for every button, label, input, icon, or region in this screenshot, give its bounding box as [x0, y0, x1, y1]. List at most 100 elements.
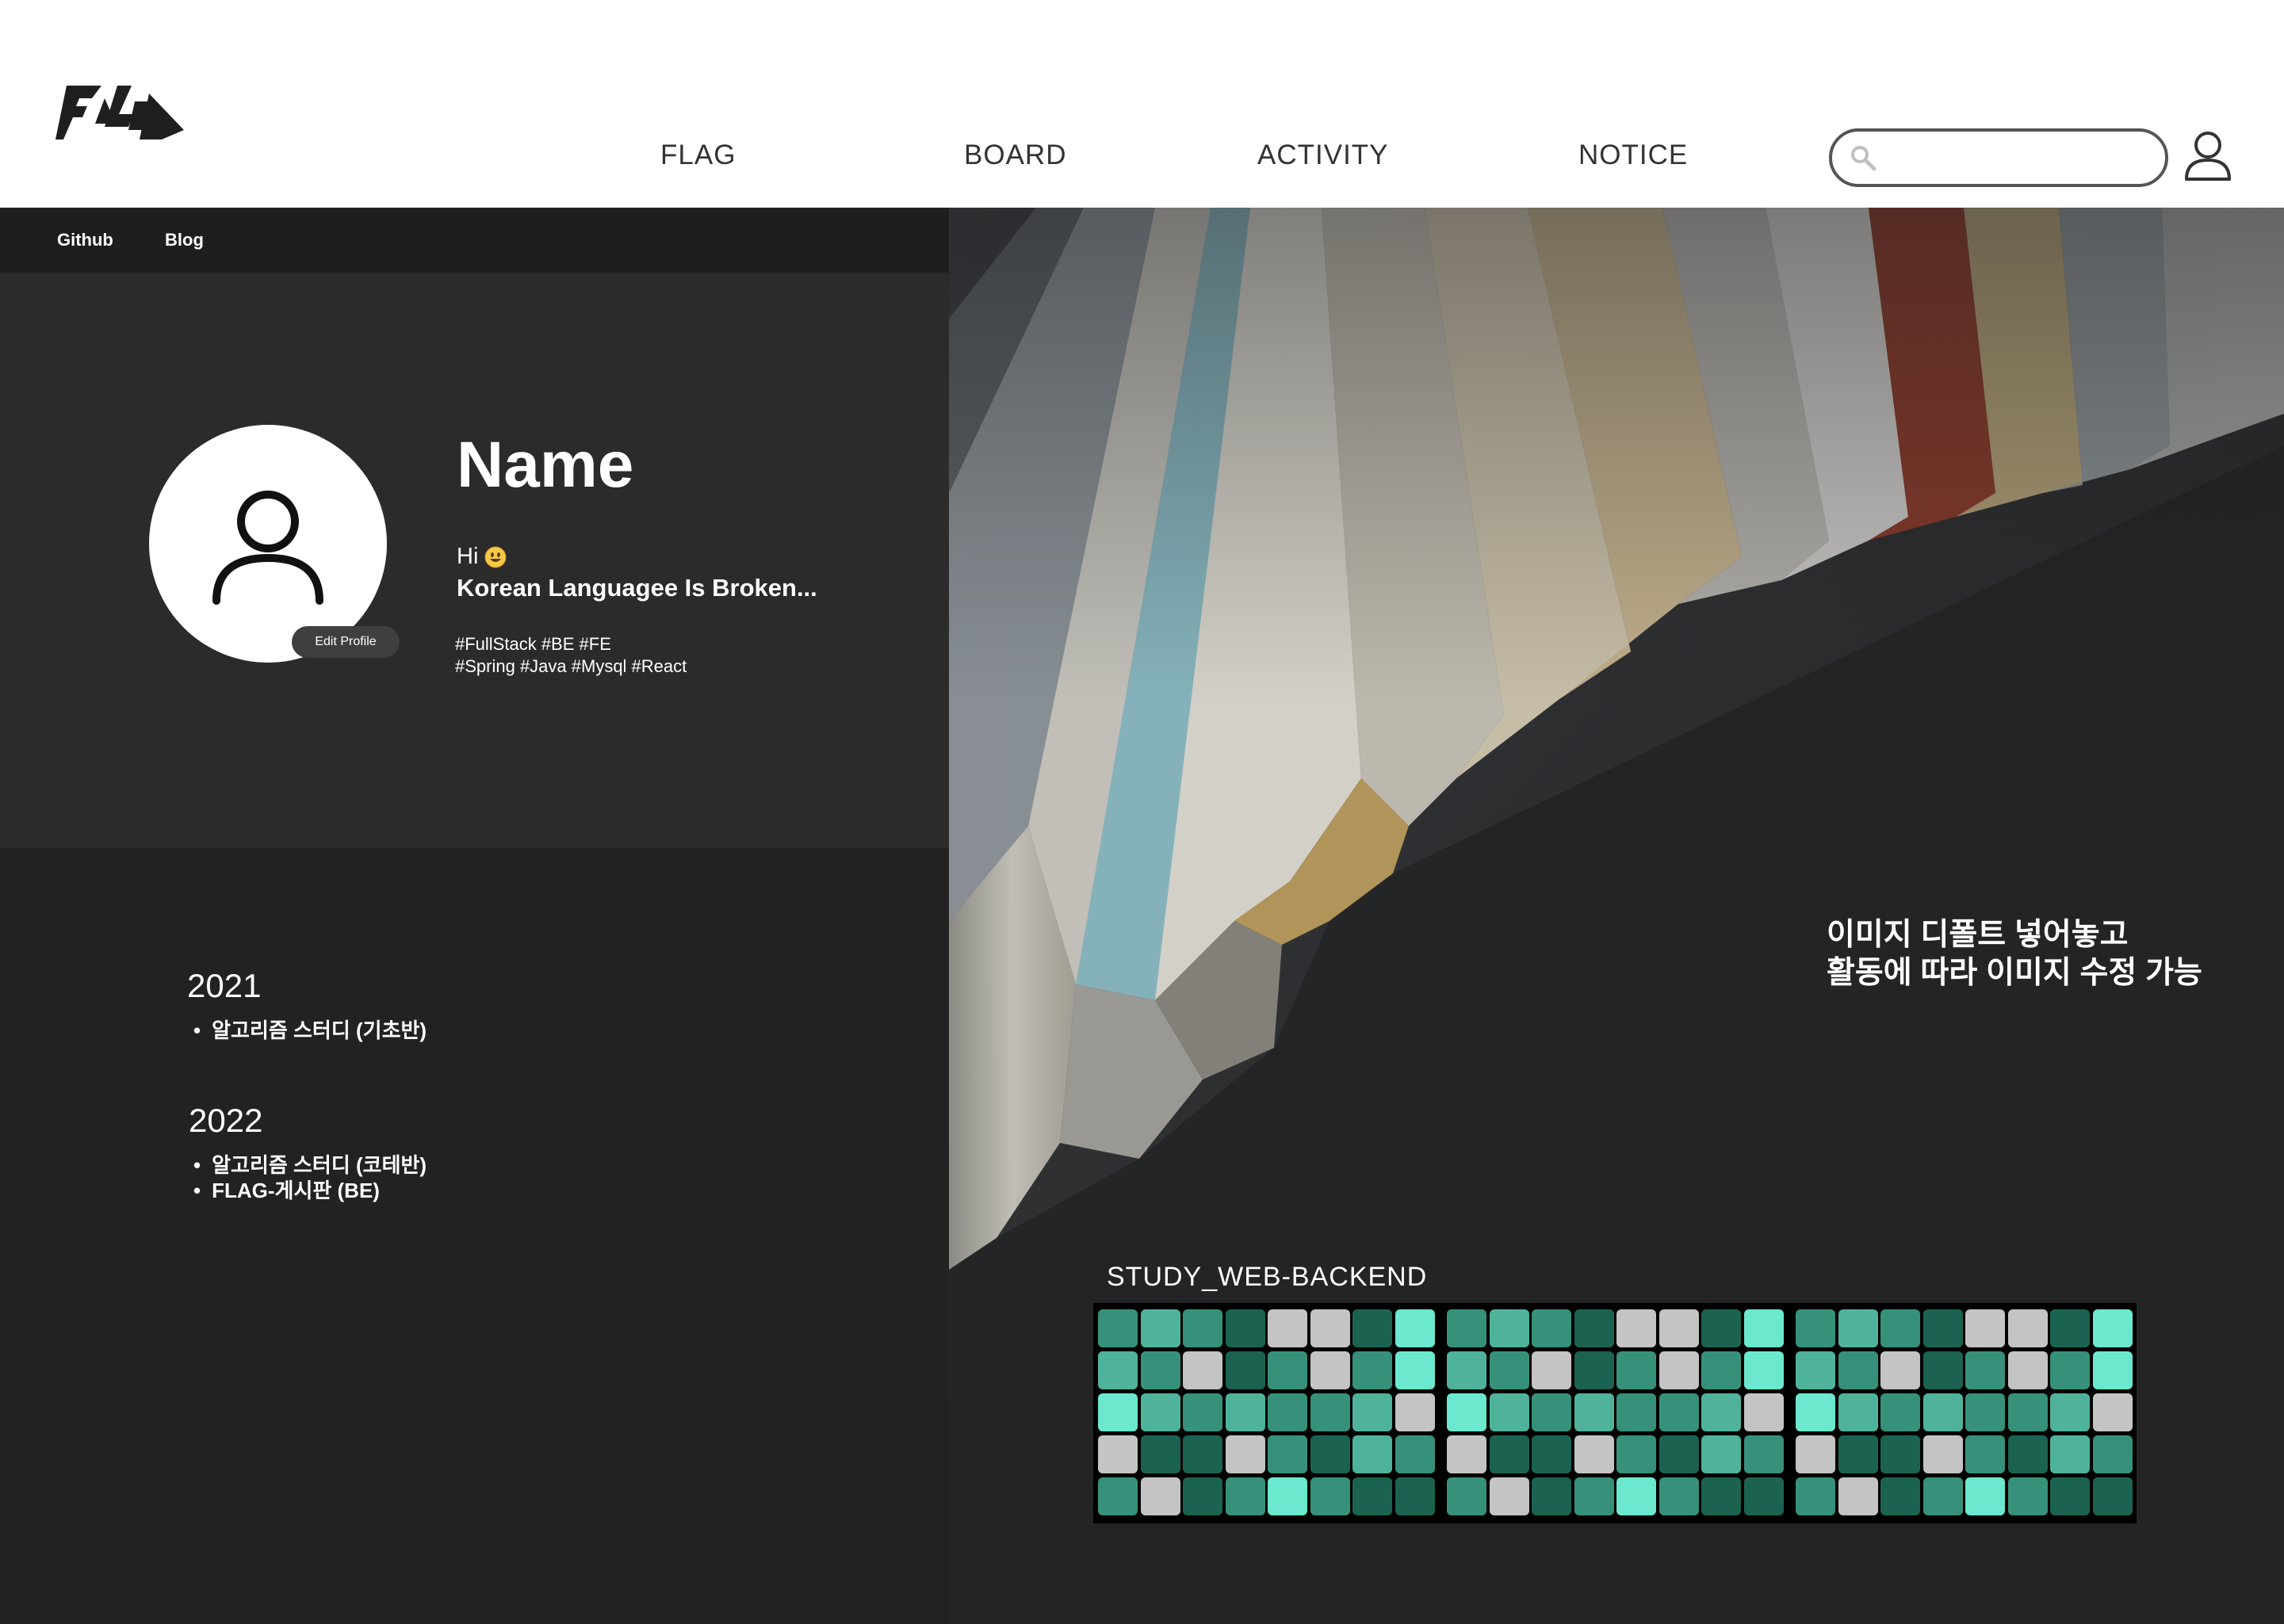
grass-cell — [1352, 1393, 1392, 1431]
smile-emoji-icon — [484, 546, 507, 567]
grass-cell — [1225, 1393, 1265, 1431]
grass-cell — [1310, 1393, 1350, 1431]
grass-cell — [1268, 1477, 1307, 1515]
grass-cell — [1310, 1477, 1350, 1515]
grass-cell — [1838, 1393, 1878, 1431]
grass-cell — [1268, 1351, 1307, 1389]
grass-cell — [1838, 1435, 1878, 1473]
grass-cell — [1395, 1393, 1435, 1431]
grass-cell — [1880, 1351, 1920, 1389]
grass-cell — [2050, 1351, 2090, 1389]
hero-image-area: 이미지 디폴트 넣어놓고 활동에 따라 이미지 수정 가능 STUDY_WEB-… — [949, 208, 2284, 1624]
grass-cell — [2092, 1393, 2133, 1431]
grass-cell — [1532, 1477, 1571, 1515]
grass-cell — [1743, 1435, 1784, 1473]
grass-cell — [2050, 1309, 2090, 1347]
grass-cell — [1922, 1309, 1963, 1347]
profile-tags-line-2: #Spring #Java #Mysql #React — [455, 656, 687, 676]
grass-cell — [1098, 1393, 1138, 1431]
grass-cell — [1574, 1393, 1614, 1431]
grass-cell — [1447, 1435, 1486, 1473]
grass-cell — [1796, 1309, 1835, 1347]
grass-cell — [1965, 1435, 2005, 1473]
header: FLAG BOARD ACTIVITY NOTICE — [0, 0, 2284, 208]
grass-cell — [1880, 1309, 1920, 1347]
grass-cell — [1965, 1393, 2005, 1431]
page-root: FLAG BOARD ACTIVITY NOTICE Github Blog E… — [0, 0, 2284, 1624]
search-box[interactable] — [1829, 128, 2168, 187]
grass-cell — [2092, 1435, 2133, 1473]
grass-cell — [1447, 1393, 1486, 1431]
grass-cell — [1922, 1351, 1963, 1389]
nav-flag[interactable]: FLAG — [660, 139, 736, 171]
grass-cell — [2007, 1435, 2048, 1473]
grass-cell — [1310, 1351, 1350, 1389]
grass-cell — [1965, 1309, 2005, 1347]
profile-panel: Github Blog Edit Profile Name Hi Korean … — [0, 208, 949, 1624]
profile-tags-line-1: #FullStack #BE #FE — [455, 634, 611, 654]
grass-cell — [2092, 1309, 2133, 1347]
grass-cell — [1658, 1477, 1699, 1515]
list-item: 알고리즘 스터디 (코테반) — [193, 1152, 427, 1178]
grass-cell — [1447, 1309, 1486, 1347]
activity-list-2022: 알고리즘 스터디 (코테반) FLAG-게시판 (BE) — [193, 1152, 427, 1203]
nav-board[interactable]: BOARD — [964, 139, 1066, 171]
grass-cell — [1447, 1477, 1486, 1515]
grass-cell — [1395, 1477, 1435, 1515]
grass-cell — [1183, 1309, 1222, 1347]
profile-name: Name — [457, 429, 634, 501]
grass-cell — [1658, 1393, 1699, 1431]
grass-cell — [1574, 1477, 1614, 1515]
grass-cell — [1838, 1351, 1878, 1389]
grass-cell — [1268, 1309, 1307, 1347]
grass-cell — [1447, 1351, 1486, 1389]
grass-cell — [1796, 1477, 1835, 1515]
grass-cell — [1838, 1477, 1878, 1515]
grass-cell — [1658, 1351, 1699, 1389]
grass-cell — [2092, 1351, 2133, 1389]
grass-cell — [1922, 1435, 1963, 1473]
grass-cell — [1796, 1351, 1835, 1389]
user-icon[interactable] — [2183, 130, 2232, 181]
grass-cell — [1225, 1477, 1265, 1515]
avatar-person-icon — [212, 491, 323, 605]
flag-logo[interactable] — [55, 82, 184, 143]
blog-link[interactable]: Blog — [165, 230, 204, 250]
nav-notice[interactable]: NOTICE — [1578, 139, 1688, 171]
grass-cell — [1225, 1351, 1265, 1389]
grass-cell — [1658, 1435, 1699, 1473]
grass-cell — [1796, 1393, 1835, 1431]
profile-subnav: Github Blog — [0, 208, 949, 273]
nav-activity[interactable]: ACTIVITY — [1257, 139, 1389, 171]
grass-cell — [2007, 1477, 2048, 1515]
grass-cell — [1532, 1351, 1571, 1389]
grass-cell — [1701, 1351, 1741, 1389]
grass-cell — [1489, 1309, 1529, 1347]
github-link[interactable]: Github — [57, 230, 113, 250]
grass-cell — [1489, 1351, 1529, 1389]
grass-cell — [1701, 1435, 1741, 1473]
grass-cell — [1701, 1309, 1741, 1347]
grass-cell — [1743, 1351, 1784, 1389]
profile-card: Edit Profile Name Hi Korean Languagee Is… — [0, 273, 949, 848]
search-input[interactable] — [1886, 138, 2156, 178]
grass-cell — [1268, 1393, 1307, 1431]
grass-cell — [1922, 1393, 1963, 1431]
grass-cell — [1098, 1477, 1138, 1515]
grass-cell — [1098, 1351, 1138, 1389]
grass-cell — [1225, 1435, 1265, 1473]
grass-cell — [1268, 1435, 1307, 1473]
grass-cell — [1310, 1435, 1350, 1473]
grass-cell — [1796, 1435, 1835, 1473]
profile-bio: Korean Languagee Is Broken... — [457, 574, 817, 602]
grass-cell — [1574, 1351, 1614, 1389]
grass-cell — [1922, 1477, 1963, 1515]
grass-cell — [1743, 1477, 1784, 1515]
study-title: STUDY_WEB-BACKEND — [1107, 1262, 1428, 1292]
grass-cell — [1395, 1309, 1435, 1347]
grass-cell — [1880, 1477, 1920, 1515]
grass-cell — [1489, 1477, 1529, 1515]
grass-cell — [1395, 1435, 1435, 1473]
grass-cell — [1965, 1351, 2005, 1389]
edit-profile-button[interactable]: Edit Profile — [292, 626, 400, 658]
